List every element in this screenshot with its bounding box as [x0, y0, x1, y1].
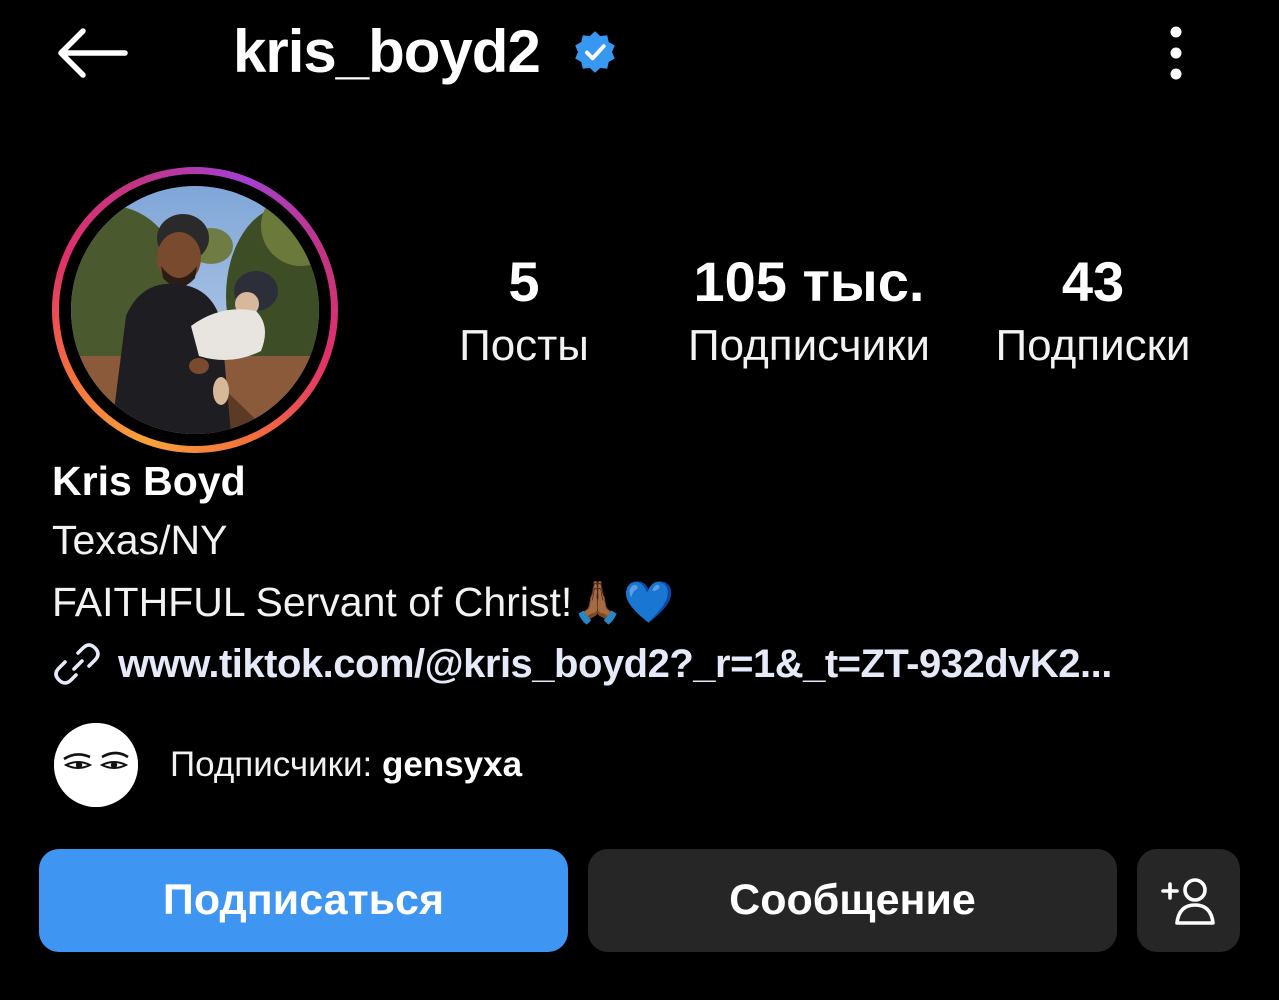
following-label: Подписки: [995, 321, 1191, 370]
link-icon: [54, 643, 100, 685]
mutual-followers-text: Подписчики: gensyxa: [170, 745, 522, 785]
message-button[interactable]: Сообщение: [588, 849, 1117, 952]
verified-badge-icon: [575, 31, 615, 73]
mutual-follower-avatar: [54, 723, 138, 807]
follow-button[interactable]: Подписаться: [39, 849, 568, 952]
profile-location: Texas/NY: [52, 517, 228, 563]
posts-count: 5: [508, 250, 540, 313]
mutual-followers[interactable]: Подписчики: gensyxa: [54, 722, 522, 808]
bio-link-text: www.tiktok.com/@kris_boyd2?_r=1&_t=ZT-93…: [118, 641, 1112, 686]
profile-display-name: Kris Boyd: [52, 458, 246, 504]
following-count: 43: [1061, 250, 1125, 313]
profile-bio-link[interactable]: www.tiktok.com/@kris_boyd2?_r=1&_t=ZT-93…: [52, 636, 1112, 692]
following-stat[interactable]: 43 Подписки: [978, 248, 1208, 376]
profile-username: kris_boyd2: [233, 18, 541, 85]
posts-label: Посты: [459, 321, 589, 370]
mutual-follower-username: gensyxa: [381, 745, 523, 784]
more-vertical-icon: [1170, 26, 1182, 80]
posts-stat[interactable]: 5 Посты: [444, 248, 604, 376]
profile-avatar-story-ring[interactable]: [52, 167, 338, 453]
suggested-people-button[interactable]: [1137, 849, 1240, 952]
followers-stat[interactable]: 105 тыс. Подписчики: [668, 248, 950, 376]
add-person-icon: [1160, 877, 1215, 925]
more-options-button[interactable]: [1150, 22, 1202, 84]
followers-label: Подписчики: [687, 321, 931, 370]
mutual-followers-prefix: Подписчики:: [170, 745, 382, 784]
profile-bio-text: FAITHFUL Servant of Christ!🙏🏾💙: [52, 579, 675, 625]
back-button[interactable]: [48, 22, 134, 84]
top-bar: kris_boyd2: [0, 0, 1279, 110]
arrow-left-icon: [58, 28, 128, 78]
avatar: [71, 186, 319, 434]
followers-count: 105 тыс.: [693, 250, 925, 313]
